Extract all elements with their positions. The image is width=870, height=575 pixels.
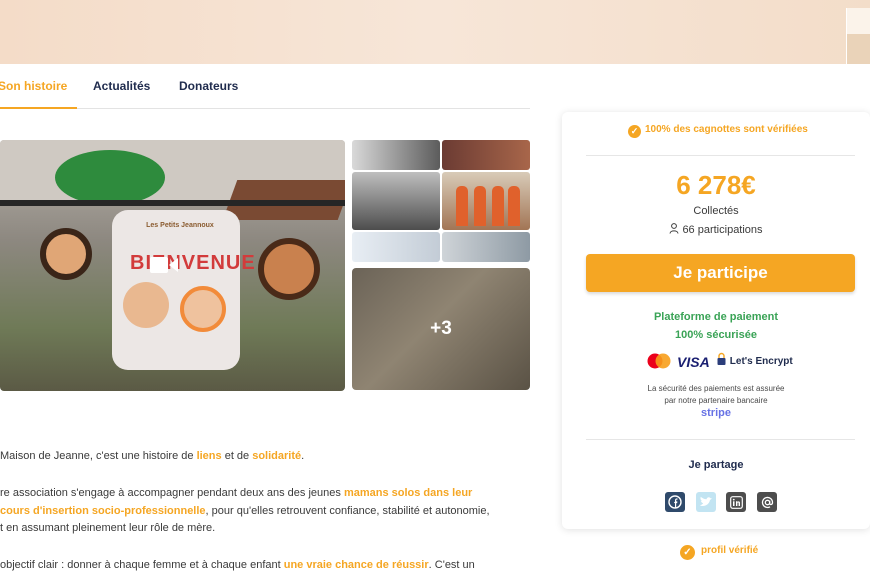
verified-profile: ✓ profil vérifié — [680, 545, 758, 560]
mastercard-icon — [647, 353, 671, 369]
tab-bar: Son histoire Actualités Donateurs — [0, 64, 530, 109]
visa-logo: VISA — [677, 354, 710, 370]
story-paragraph-1: Maison de Jeanne, c'est une histoire de … — [0, 450, 305, 462]
facebook-icon[interactable] — [665, 492, 685, 512]
story-paragraph-2: re association s'engage à accompagner pe… — [0, 487, 490, 534]
gallery-thumb-kitchen[interactable] — [352, 140, 440, 170]
user-icon — [669, 223, 679, 234]
gallery-more-count: +3 — [430, 318, 452, 339]
playground-structure — [55, 150, 165, 205]
platform-line-1: Plateforme de paiement — [653, 311, 779, 323]
lock-icon — [717, 352, 726, 365]
check-icon: ✓ — [680, 545, 695, 560]
letsencrypt-logo: Let's Encrypt — [716, 352, 793, 367]
email-icon[interactable] — [757, 492, 777, 512]
share-label: Je partage — [688, 459, 744, 471]
platform-line-2: 100% sécurisée — [675, 329, 757, 341]
stripe-logo: stripe — [701, 407, 731, 419]
sign-brand: Les Petits Jeannoux — [146, 222, 214, 229]
linkedin-icon[interactable] — [726, 492, 746, 512]
gallery-thumb-nursery[interactable] — [352, 232, 440, 262]
hero-banner — [0, 0, 870, 64]
collected-label: Collectés — [693, 205, 739, 217]
participations-count: 66 participations — [562, 223, 870, 236]
tab-actualites[interactable]: Actualités — [93, 79, 150, 93]
cartoon-boy — [40, 228, 92, 280]
photo-fence — [0, 200, 345, 206]
tab-son-histoire[interactable]: Son histoire — [0, 79, 67, 93]
gallery-thumb-kitchen-2[interactable] — [352, 172, 440, 230]
verified-notice: ✓ 100% des cagnottes sont vérifiées — [628, 124, 808, 138]
security-text: La sécurité des paiements est assurée pa… — [647, 384, 785, 405]
hero-decoration — [846, 8, 870, 64]
divider — [586, 155, 855, 156]
twitter-icon[interactable] — [696, 492, 716, 512]
divider — [586, 439, 855, 440]
cartoon-girl — [258, 238, 320, 300]
participate-button[interactable]: Je participe — [586, 254, 855, 292]
gallery-thumb-room[interactable] — [442, 232, 530, 262]
active-tab-indicator — [0, 107, 77, 109]
gallery-thumb-team[interactable] — [442, 172, 530, 230]
check-icon: ✓ — [628, 125, 641, 138]
tab-donateurs[interactable]: Donateurs — [179, 79, 238, 93]
gallery-thumb-bedroom[interactable] — [442, 140, 530, 170]
cartoon-kid-glasses — [180, 286, 226, 332]
story-paragraph-3: objectif clair : donner à chaque femme e… — [0, 559, 475, 571]
video-icon[interactable] — [150, 255, 178, 275]
amount-collected: 6 278€ — [676, 170, 756, 200]
cartoon-kid — [123, 282, 169, 328]
